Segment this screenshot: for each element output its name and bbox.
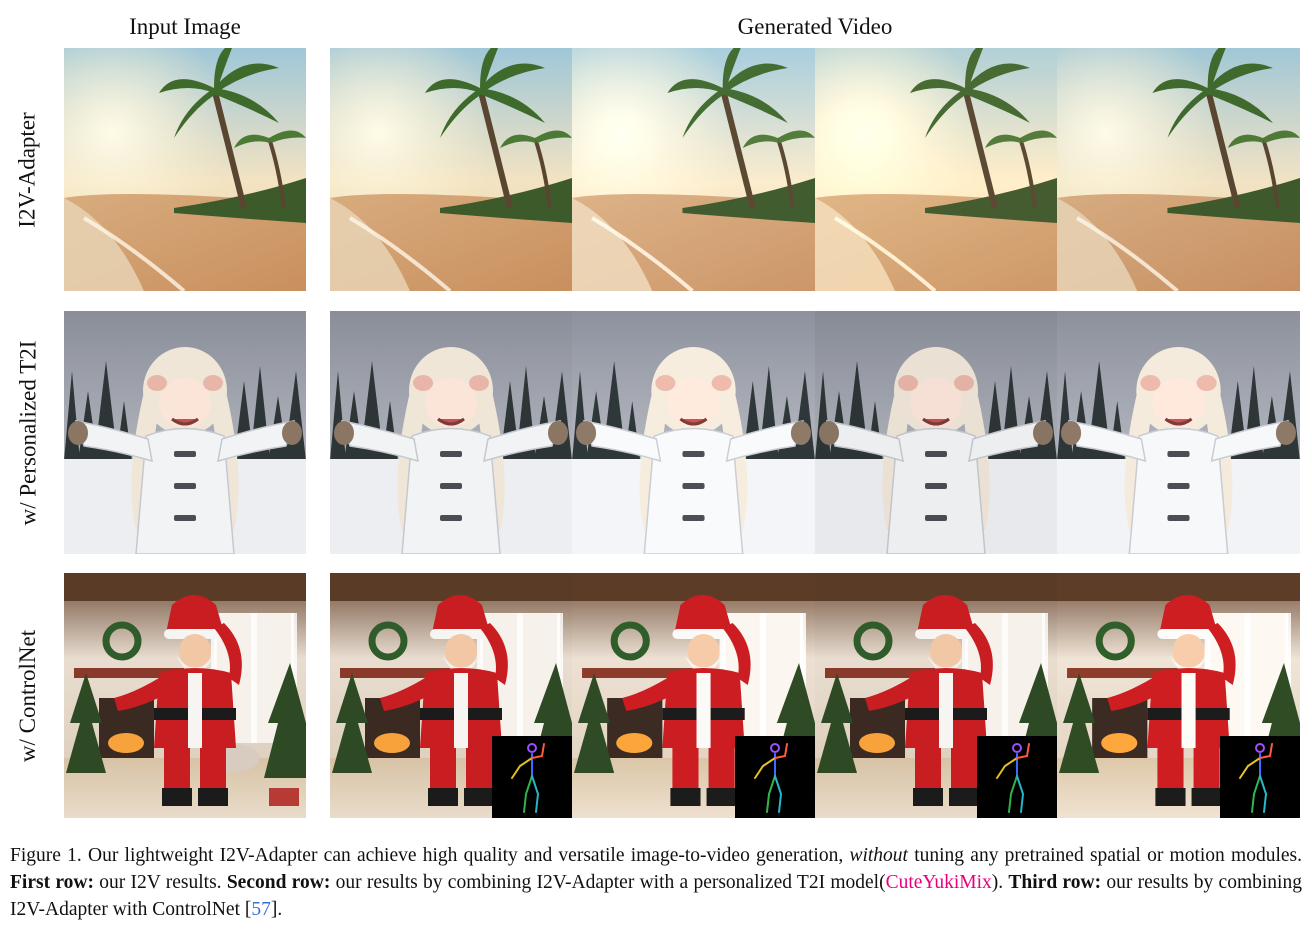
video-frame-beach-2 bbox=[572, 48, 815, 291]
input-image-header: Input Image bbox=[129, 14, 241, 39]
caption-emphasis: without bbox=[849, 845, 908, 866]
video-frame-santa-4 bbox=[1057, 573, 1300, 818]
pose-skeleton-inset-2 bbox=[735, 736, 815, 818]
cuteyukimix-link[interactable]: CuteYukiMix bbox=[886, 872, 992, 893]
pose-skeleton-inset-1 bbox=[492, 736, 572, 818]
video-frame-santa-3 bbox=[815, 573, 1057, 818]
video-frame-beach-3 bbox=[815, 48, 1057, 291]
video-frame-snow-girl-2 bbox=[572, 311, 815, 554]
video-frame-snow-girl-4 bbox=[1057, 311, 1300, 554]
video-frame-beach-1 bbox=[330, 48, 572, 291]
citation-link[interactable]: 57 bbox=[251, 899, 271, 920]
video-frame-beach-4 bbox=[1057, 48, 1300, 291]
row-label-i2v-adapter: I2V-Adapter bbox=[15, 111, 40, 228]
pose-skeleton-inset-4 bbox=[1220, 736, 1300, 818]
video-frame-santa-2 bbox=[572, 573, 815, 818]
input-image-santa bbox=[64, 573, 306, 818]
input-image-beach bbox=[64, 48, 306, 291]
video-frame-santa-1 bbox=[330, 573, 572, 818]
pose-skeleton-inset-3 bbox=[977, 736, 1057, 818]
video-frame-snow-girl-3 bbox=[815, 311, 1057, 554]
row-label-controlnet: w/ ControlNet bbox=[15, 629, 40, 762]
input-image-snow-girl bbox=[64, 311, 306, 554]
figure-caption: Figure 1. Our lightweight I2V-Adapter ca… bbox=[10, 845, 1302, 920]
row-label-personalized-t2i: w/ Personalized T2I bbox=[15, 340, 40, 525]
video-frame-snow-girl-1 bbox=[330, 311, 572, 554]
generated-video-header: Generated Video bbox=[737, 14, 893, 39]
